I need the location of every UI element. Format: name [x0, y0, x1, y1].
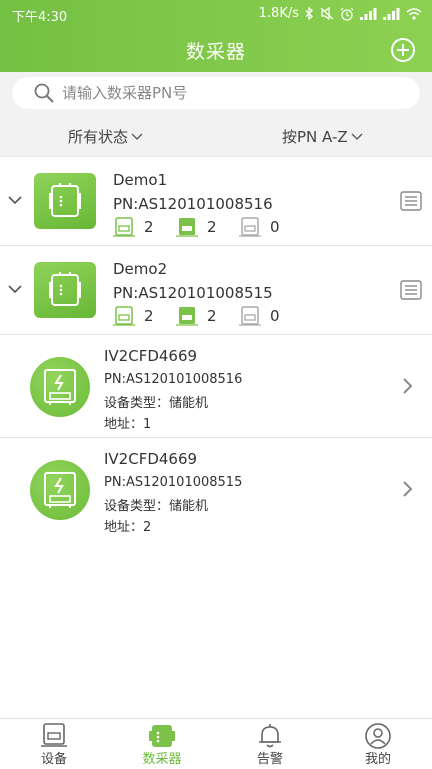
collector-row[interactable]: Demo2 PN:AS120101008515 2 2 0 — [0, 246, 432, 335]
search-bar — [0, 72, 432, 116]
expand-chevron-icon[interactable] — [6, 193, 24, 207]
nav-label: 告警 — [256, 752, 283, 767]
device-address: 地址：1 — [104, 417, 152, 432]
sort-filter[interactable]: 按PN A-Z — [282, 126, 363, 147]
network-speed: 1.8K/s — [258, 6, 299, 21]
storage-inverter-icon — [44, 472, 76, 508]
status-filter-label: 所有状态 — [68, 128, 129, 146]
bottom-nav: 设备 数采器 告警 我的 — [0, 718, 432, 769]
collector-name: Demo2 — [113, 260, 168, 278]
device-offline-icon — [239, 306, 261, 326]
bell-icon — [259, 724, 281, 748]
nav-item-collector[interactable]: 数采器 — [108, 719, 216, 769]
nav-label: 设备 — [40, 752, 67, 767]
add-collector-button[interactable] — [390, 37, 416, 63]
profile-icon — [365, 723, 391, 749]
device-icon — [41, 723, 67, 747]
device-online-icon — [176, 307, 198, 326]
alarm-icon — [340, 7, 354, 21]
expand-chevron-icon[interactable] — [6, 282, 24, 296]
count-total: 2 — [113, 306, 176, 326]
nav-item-device[interactable]: 设备 — [0, 719, 108, 769]
nav-label: 我的 — [364, 752, 391, 767]
mute-icon — [320, 7, 334, 20]
chevron-right-icon — [403, 378, 413, 394]
status-filter[interactable]: 所有状态 — [68, 126, 143, 147]
chevron-down-icon — [131, 133, 143, 140]
page-title: 数采器 — [185, 41, 246, 63]
device-name: IV2CFD4669 — [104, 347, 198, 365]
nav-item-alarm[interactable]: 告警 — [216, 719, 324, 769]
collector-list: Demo1 PN:AS120101008516 2 2 0 Demo2 PN:A… — [0, 157, 432, 541]
list-detail-icon[interactable] — [400, 280, 422, 300]
datalogger-icon — [49, 183, 81, 217]
chevron-down-icon — [351, 133, 363, 140]
app-header: 下午4:30 1.8K/s 数采器 — [0, 0, 432, 72]
device-total-icon — [113, 306, 135, 326]
collector-thumbnail — [34, 262, 96, 318]
nav-label: 数采器 — [142, 752, 182, 767]
search-input[interactable] — [62, 77, 402, 109]
count-online: 2 — [176, 217, 239, 237]
device-pn: PN:AS120101008515 — [104, 475, 243, 490]
device-thumbnail — [30, 460, 90, 520]
collector-pn: PN:AS120101008516 — [113, 195, 273, 213]
search-box[interactable] — [12, 77, 420, 109]
device-counts: 2 2 0 — [113, 217, 302, 237]
count-offline: 0 — [239, 306, 302, 326]
collector-thumbnail — [34, 173, 96, 229]
title-bar: 数采器 — [0, 28, 432, 72]
wifi-icon — [406, 7, 422, 20]
device-pn: PN:AS120101008516 — [104, 372, 243, 387]
list-detail-icon[interactable] — [400, 191, 422, 211]
device-offline-icon — [239, 217, 261, 237]
filter-row: 所有状态 按PN A-Z — [0, 116, 432, 157]
nav-item-profile[interactable]: 我的 — [324, 719, 432, 769]
collector-name: Demo1 — [113, 171, 168, 189]
collector-icon — [149, 725, 175, 747]
device-address: 地址：2 — [104, 520, 152, 535]
status-bar: 下午4:30 1.8K/s — [0, 0, 432, 28]
device-thumbnail — [30, 357, 90, 417]
device-name: IV2CFD4669 — [104, 450, 198, 468]
status-time: 下午4:30 — [12, 10, 68, 25]
device-type: 设备类型：储能机 — [104, 396, 209, 411]
status-indicators: 1.8K/s — [259, 6, 422, 21]
count-total: 2 — [113, 217, 176, 237]
sort-filter-label: 按PN A-Z — [282, 128, 348, 146]
search-icon — [34, 83, 54, 103]
device-counts: 2 2 0 — [113, 306, 302, 326]
device-total-icon — [113, 217, 135, 237]
count-online: 2 — [176, 306, 239, 326]
device-type: 设备类型：储能机 — [104, 499, 209, 514]
list-empty-space — [0, 537, 432, 718]
device-row[interactable]: IV2CFD4669 PN:AS120101008516 设备类型：储能机 地址… — [0, 335, 432, 438]
count-offline: 0 — [239, 217, 302, 237]
datalogger-icon — [49, 272, 81, 306]
storage-inverter-icon — [44, 369, 76, 405]
device-online-icon — [176, 218, 198, 237]
device-row[interactable]: IV2CFD4669 PN:AS120101008515 设备类型：储能机 地址… — [0, 438, 432, 541]
bluetooth-icon — [305, 7, 313, 20]
collector-pn: PN:AS120101008515 — [113, 284, 273, 302]
chevron-right-icon — [403, 481, 413, 497]
signal-icon — [360, 7, 377, 20]
collector-row[interactable]: Demo1 PN:AS120101008516 2 2 0 — [0, 157, 432, 246]
signal-icon — [383, 7, 400, 20]
